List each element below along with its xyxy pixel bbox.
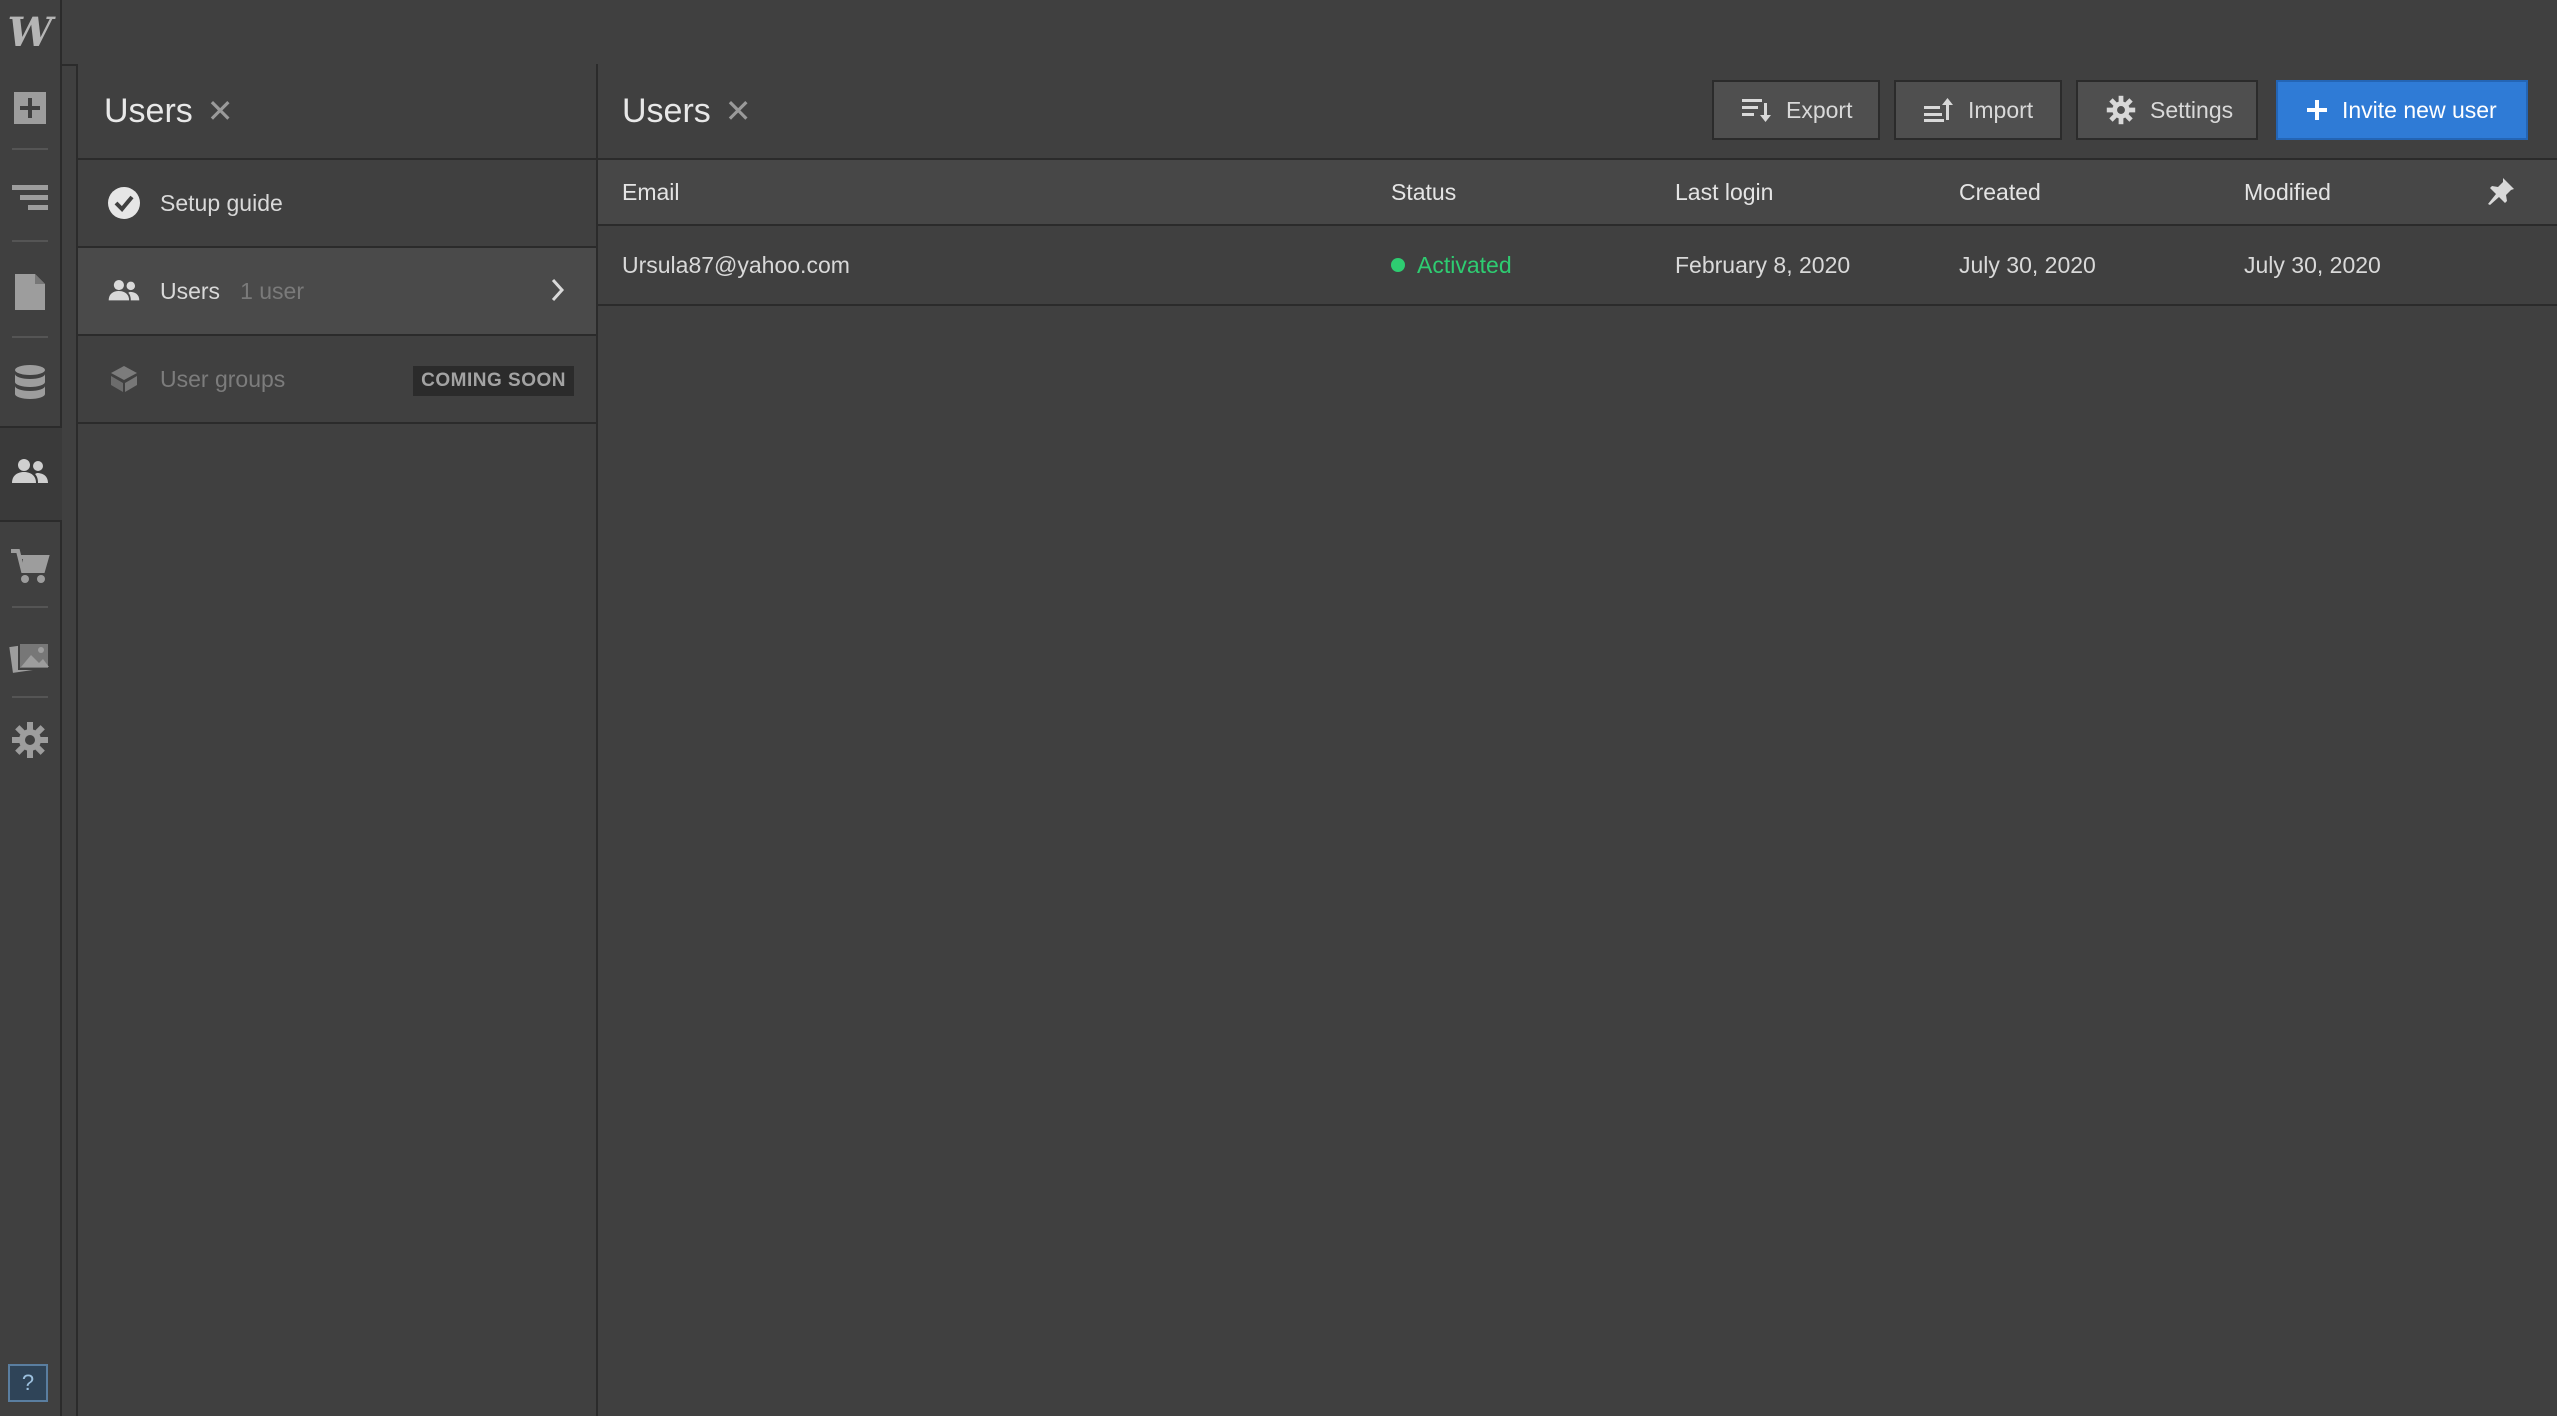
panel-header: Users ✕ [78, 64, 596, 160]
settings-button[interactable]: Settings [2076, 80, 2258, 140]
close-icon[interactable]: ✕ [207, 92, 234, 130]
help-button[interactable]: ? [8, 1364, 48, 1402]
user-email: Ursula87@yahoo.com [622, 252, 850, 278]
pin-icon[interactable] [2486, 176, 2516, 212]
sidebar-item-users[interactable]: Users 1 user [78, 248, 596, 336]
sidebar-item-setup-guide[interactable]: Setup guide [78, 160, 596, 248]
users-icon [104, 271, 144, 311]
navigator-icon[interactable] [0, 172, 60, 224]
main-header: Users ✕ Export Import Settings Invite ne… [598, 64, 2557, 160]
close-icon[interactable]: ✕ [725, 92, 752, 130]
last-login: February 8, 2020 [1675, 252, 1851, 278]
status-dot [1391, 257, 1405, 272]
sidebar-item-user-groups: User groups COMING SOON [78, 336, 596, 424]
main-content: Users ✕ Export Import Settings Invite ne… [598, 64, 2557, 1416]
sidebar-item-label: User groups [160, 365, 286, 392]
table-row[interactable]: Ursula87@yahoo.com Activated February 8,… [598, 226, 2557, 306]
left-icon-rail: W ? [0, 0, 62, 1416]
status-badge: Activated [1391, 252, 1512, 279]
coming-soon-badge: COMING SOON [413, 366, 574, 396]
users-panel: Users ✕ Setup guide Users 1 user User gr… [76, 64, 598, 1416]
top-bar [0, 0, 2557, 66]
add-icon[interactable] [0, 82, 60, 134]
user-count: 1 user [240, 277, 304, 304]
page-title: Users [622, 91, 711, 130]
column-header-created[interactable]: Created [1959, 179, 2041, 206]
table-header: Email Status Last login Created Modified [598, 160, 2557, 226]
import-button[interactable]: Import [1894, 80, 2062, 140]
column-header-modified[interactable]: Modified [2244, 179, 2331, 206]
modified-date: July 30, 2020 [2244, 252, 2381, 278]
export-icon [1742, 97, 1772, 123]
column-header-status[interactable]: Status [1391, 179, 1456, 206]
sidebar-item-label: Setup guide [160, 189, 283, 216]
pages-icon[interactable] [0, 266, 60, 318]
panel-title: Users [104, 91, 193, 130]
assets-icon[interactable] [0, 630, 60, 682]
settings-icon[interactable] [0, 714, 60, 766]
import-icon [1924, 97, 1954, 123]
ecommerce-icon[interactable] [0, 540, 60, 592]
gear-icon [2106, 95, 2136, 125]
sidebar-item-label: Users [160, 277, 221, 304]
cms-icon[interactable] [0, 356, 60, 412]
column-header-email[interactable]: Email [622, 179, 680, 206]
invite-new-user-button[interactable]: Invite new user [2276, 80, 2528, 140]
users-icon[interactable] [0, 446, 60, 498]
webflow-logo[interactable]: W [0, 6, 60, 58]
export-button[interactable]: Export [1712, 80, 1880, 140]
created-date: July 30, 2020 [1959, 252, 2096, 278]
cube-icon [104, 359, 144, 399]
check-circle-icon [104, 183, 144, 223]
plus-icon [2306, 99, 2328, 121]
chevron-right-icon [550, 276, 566, 310]
column-header-last-login[interactable]: Last login [1675, 179, 1773, 206]
